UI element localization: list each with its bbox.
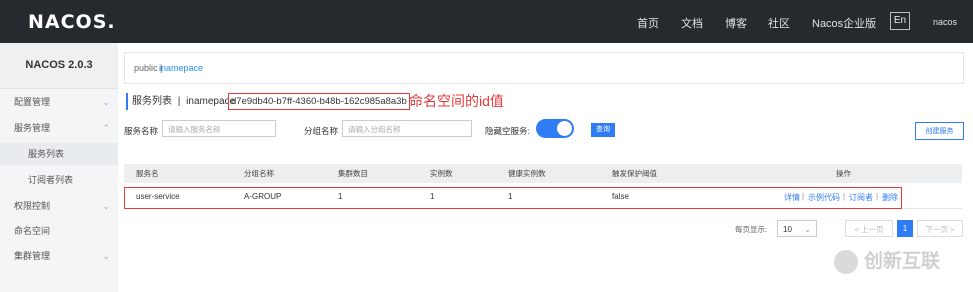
cell-service: user-service xyxy=(136,192,180,201)
sidebar-item-namespace[interactable]: 命名空间 xyxy=(0,220,118,242)
action-separator: | xyxy=(843,192,846,201)
watermark-logo-icon xyxy=(834,249,858,274)
cell-instances: 1 xyxy=(430,192,435,201)
language-switch-button[interactable]: En xyxy=(890,12,910,30)
main-content: public | inamepace 服务列表 | inamepace d7e9… xyxy=(118,43,973,292)
sidebar-item-label: 配置管理 xyxy=(14,97,51,107)
sidebar: NACOS 2.0.3 配置管理 ⌄ 服务管理 ⌃ 服务列表 订阅者列表 权限控… xyxy=(0,43,118,292)
delete-link[interactable]: 删除 xyxy=(882,192,898,203)
col-service: 服务名 xyxy=(136,169,159,178)
col-healthy: 健康实例数 xyxy=(508,169,546,178)
chevron-down-icon: ⌄ xyxy=(102,97,110,107)
chevron-up-icon: ⌃ xyxy=(102,123,110,133)
chevron-down-icon: ⌄ xyxy=(102,251,110,261)
nav-docs[interactable]: 文档 xyxy=(681,15,703,31)
version-label: NACOS 2.0.3 xyxy=(0,43,118,89)
sidebar-item-label: 命名空间 xyxy=(14,226,51,236)
chevron-down-icon: ⌄ xyxy=(102,201,110,211)
col-actions: 操作 xyxy=(836,169,851,178)
namespace-inamepace-link[interactable]: inamepace xyxy=(159,53,203,83)
cell-group: A-GROUP xyxy=(244,192,282,201)
sidebar-item-config[interactable]: 配置管理 ⌄ xyxy=(0,91,118,113)
top-navbar: NACOS. 首页 文档 博客 社区 Nacos企业版 En nacos xyxy=(0,0,973,43)
create-service-button[interactable]: 创建服务 xyxy=(915,122,964,140)
cell-clusters: 1 xyxy=(338,192,343,201)
subscribers-link[interactable]: 订阅者 xyxy=(849,192,873,203)
sample-code-link[interactable]: 示例代码 xyxy=(808,192,840,203)
title-separator: | xyxy=(177,96,181,107)
page-size-select[interactable]: 10 ⌄ xyxy=(777,220,817,237)
group-name-input[interactable]: 请输入分组名称 xyxy=(342,120,472,137)
watermark-text: 创新互联 xyxy=(864,251,941,272)
service-name-label: 服务名称 xyxy=(124,126,159,136)
chevron-down-icon: ⌄ xyxy=(804,225,811,234)
cell-protect: false xyxy=(612,192,629,201)
col-protect: 触发保护阈值 xyxy=(612,169,657,178)
col-instances: 实例数 xyxy=(430,169,453,178)
page-title-label: 服务列表 xyxy=(132,96,172,107)
action-separator: | xyxy=(876,192,879,201)
col-group: 分组名称 xyxy=(244,169,274,178)
namespace-breadcrumb: public | inamepace xyxy=(124,52,964,84)
details-link[interactable]: 详情 xyxy=(784,192,800,203)
sidebar-item-permissions[interactable]: 权限控制 ⌄ xyxy=(0,195,118,217)
namespace-public-label: public xyxy=(134,63,158,73)
watermark: 创新互联 xyxy=(834,246,964,282)
nav-enterprise[interactable]: Nacos企业版 xyxy=(812,15,876,31)
nav-community[interactable]: 社区 xyxy=(768,15,790,31)
hide-empty-toggle[interactable] xyxy=(536,119,574,138)
nacos-logo[interactable]: NACOS. xyxy=(28,11,116,33)
hide-empty-label: 隐藏空服务: xyxy=(485,126,530,136)
sidebar-item-label: 服务列表 xyxy=(28,149,65,159)
annotation-text: 命名空间的id值 xyxy=(409,93,504,109)
toggle-knob xyxy=(557,121,572,136)
sidebar-item-label: 订阅者列表 xyxy=(28,175,74,185)
col-clusters: 集群数目 xyxy=(338,169,368,178)
page-size-value: 10 xyxy=(783,225,792,234)
table-header: 服务名 分组名称 集群数目 实例数 健康实例数 触发保护阈值 操作 xyxy=(124,164,962,183)
sidebar-item-service-mgmt[interactable]: 服务管理 ⌃ xyxy=(0,117,118,139)
next-page-button[interactable]: 下一页 > xyxy=(917,220,963,237)
user-name[interactable]: nacos xyxy=(933,17,957,27)
sidebar-item-label: 服务管理 xyxy=(14,123,51,133)
service-name-input[interactable]: 请输入服务名称 xyxy=(162,120,276,137)
current-page-button[interactable]: 1 xyxy=(897,220,913,237)
action-separator: | xyxy=(802,192,805,201)
group-name-label: 分组名称 xyxy=(304,126,339,136)
sidebar-item-service-list[interactable]: 服务列表 xyxy=(0,143,118,165)
sidebar-item-label: 权限控制 xyxy=(14,201,51,211)
page-title: 服务列表 | inamepace xyxy=(126,93,235,110)
cell-healthy: 1 xyxy=(508,192,513,201)
namespace-id-highlight: d7e9db40-b7ff-4360-b48b-162c985a8a3b xyxy=(228,93,410,110)
sidebar-item-cluster[interactable]: 集群管理 ⌄ xyxy=(0,245,118,267)
prev-page-button[interactable]: < 上一页 xyxy=(845,220,893,237)
sidebar-item-subscribers[interactable]: 订阅者列表 xyxy=(0,169,118,191)
nav-home[interactable]: 首页 xyxy=(637,15,659,31)
page-size-label: 每页显示: xyxy=(735,225,768,234)
nav-blog[interactable]: 博客 xyxy=(725,15,747,31)
query-button[interactable]: 查询 xyxy=(591,123,615,137)
sidebar-item-label: 集群管理 xyxy=(14,251,51,261)
